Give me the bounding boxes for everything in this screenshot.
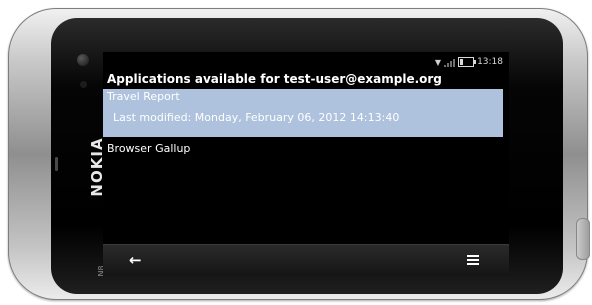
side-button[interactable] (55, 157, 58, 171)
toolbar: ← (103, 244, 509, 276)
page-title: Applications available for test-user@exa… (107, 72, 442, 86)
list-item-title: Travel Report (107, 90, 180, 103)
battery-icon (458, 57, 477, 67)
list-item[interactable]: Travel Report Last modified: Monday, Feb… (103, 89, 503, 137)
antenna-icon: ▼ (434, 57, 442, 67)
proximity-sensor (80, 81, 87, 88)
menu-icon[interactable] (467, 252, 479, 268)
screen: ▼ 13:18 Applications available for test-… (103, 52, 509, 276)
list-item-subtitle: Last modified: Monday, February 06, 2012… (113, 111, 400, 124)
phone-body: NOKIA N8 ▼ 13:18 Applications available … (8, 8, 590, 300)
front-camera (77, 54, 89, 66)
back-arrow-icon[interactable]: ← (129, 252, 142, 268)
list-item[interactable]: Browser Gallup (107, 142, 190, 155)
status-bar: ▼ 13:18 (435, 56, 503, 68)
signal-bars-icon (444, 58, 456, 67)
camera-key[interactable] (576, 218, 590, 260)
clock: 13:18 (477, 57, 503, 67)
